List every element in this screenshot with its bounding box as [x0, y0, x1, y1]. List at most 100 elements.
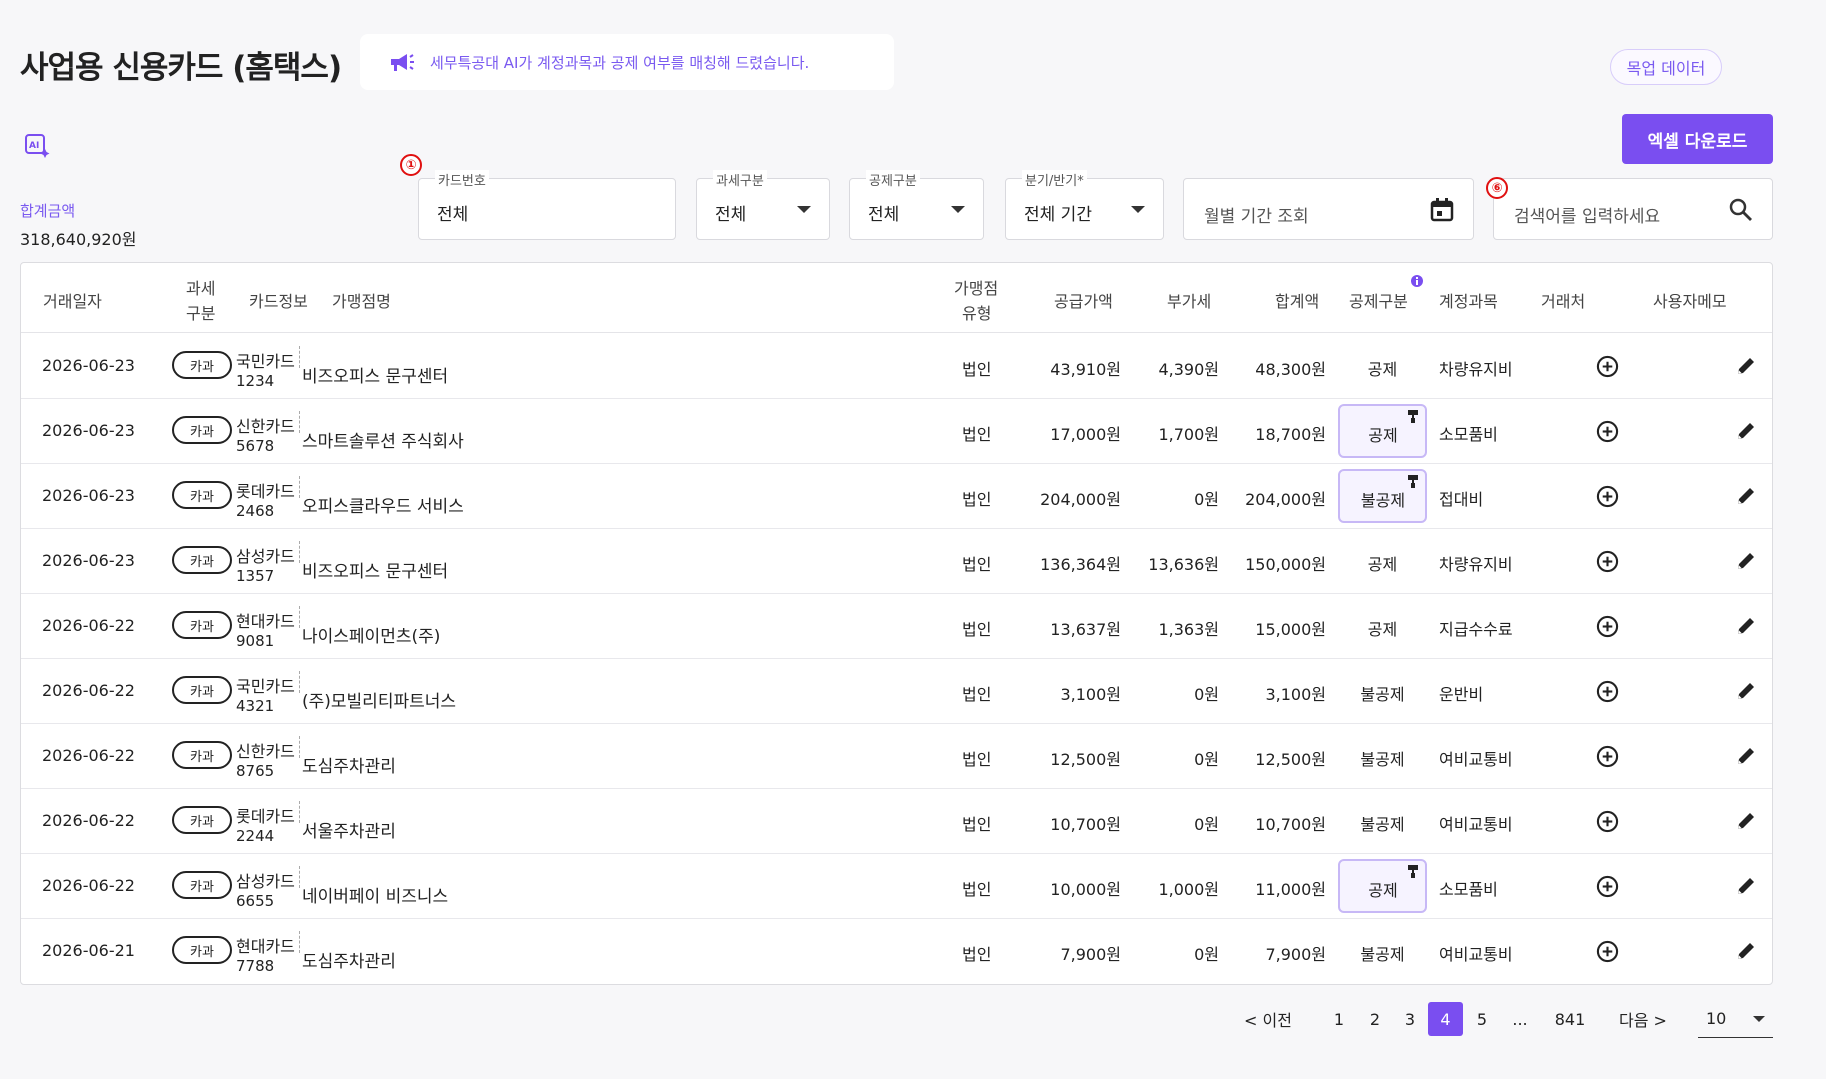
pencil-icon[interactable]	[1736, 421, 1756, 441]
table-row[interactable]: 2026-06-23 카과 국민카드 1234 비즈오피스 문구센터 법인 43,910원 4…	[21, 334, 1772, 399]
header-card-info: 카드정보	[249, 292, 308, 311]
card-name: 삼성카드	[236, 547, 295, 566]
deduction-value[interactable]: 불공제	[1338, 811, 1427, 835]
deduction-type-select[interactable]: 공제구분 전체	[849, 170, 984, 240]
plus-circle-icon[interactable]	[1596, 680, 1619, 703]
account-cell[interactable]: 운반비	[1439, 681, 1483, 705]
deduction-value[interactable]: 공제	[1338, 356, 1427, 380]
search-field[interactable]: 검색어를 입력하세요	[1493, 178, 1773, 240]
tax-type-select[interactable]: 과세구분 전체	[696, 170, 830, 240]
card-number-filter[interactable]: 카드번호 전체	[418, 170, 676, 240]
table-row[interactable]: 2026-06-21 카과 현대카드 7788 도심주차관리 법인 7,900원 0원 7,90…	[21, 919, 1772, 984]
account-cell[interactable]: 여비교통비	[1439, 941, 1513, 965]
table-row[interactable]: 2026-06-22 카과 국민카드 4321 (주)모빌리티파트너스 법인 3,100원 0…	[21, 659, 1772, 724]
account-cell[interactable]: 지급수수료	[1439, 616, 1513, 640]
table-row[interactable]: 2026-06-22 카과 롯데카드 2244 서울주차관리 법인 10,700원 0원 10,…	[21, 789, 1772, 854]
account-cell[interactable]: 차량유지비	[1439, 356, 1513, 380]
pencil-icon[interactable]	[1736, 356, 1756, 376]
page-2-button[interactable]: 2	[1368, 1002, 1382, 1036]
vat-amount-cell: 1,363원	[1158, 620, 1219, 639]
marker-6: ⑥	[1486, 177, 1508, 199]
info-icon[interactable]	[1411, 275, 1423, 287]
pencil-icon[interactable]	[1736, 876, 1756, 896]
deduction-value[interactable]: 공제	[1338, 616, 1427, 640]
card-number: 1357	[236, 567, 275, 585]
account-cell[interactable]: 여비교통비	[1439, 746, 1513, 770]
page-3-button[interactable]: 3	[1403, 1002, 1417, 1036]
pagination-ellipsis: ...	[1512, 1009, 1528, 1029]
plus-circle-icon[interactable]	[1596, 745, 1619, 768]
pencil-icon[interactable]	[1736, 746, 1756, 766]
deduction-select[interactable]: 공제	[1338, 404, 1427, 458]
card-name: 신한카드	[236, 417, 295, 436]
calendar-icon[interactable]	[1429, 197, 1455, 223]
card-name: 신한카드	[236, 742, 295, 761]
table-row[interactable]: 2026-06-22 카과 신한카드 8765 도심주차관리 법인 12,500원 0원 12,…	[21, 724, 1772, 789]
merchant-type-cell: 법인	[962, 685, 992, 704]
deduction-value[interactable]: 공제	[1338, 551, 1427, 575]
pencil-icon[interactable]	[1736, 681, 1756, 701]
plus-circle-icon[interactable]	[1596, 940, 1619, 963]
table-row[interactable]: 2026-06-23 카과 삼성카드 1357 비즈오피스 문구센터 법인 136,364원…	[21, 529, 1772, 594]
page-5-button[interactable]: 5	[1475, 1002, 1489, 1036]
merchant-name: 나이스페이먼츠(주)	[302, 627, 441, 647]
card-name: 국민카드	[236, 352, 295, 371]
vat-amount-cell: 0원	[1194, 750, 1219, 769]
period-select[interactable]: 분기/반기* 전체 기간	[1005, 170, 1164, 240]
table-row[interactable]: 2026-06-23 카과 신한카드 5678 스마트솔루션 주식회사 법인 17,000원…	[21, 399, 1772, 464]
plus-circle-icon[interactable]	[1596, 810, 1619, 833]
pencil-icon[interactable]	[1736, 941, 1756, 961]
monthly-period-field[interactable]: 월별 기간 조회	[1183, 178, 1474, 240]
pencil-icon[interactable]	[1736, 486, 1756, 506]
period-label: 분기/반기*	[1022, 170, 1087, 189]
page-4-button[interactable]: 4	[1428, 1002, 1463, 1036]
account-cell[interactable]: 차량유지비	[1439, 551, 1513, 575]
header-memo: 사용자메모	[1653, 292, 1727, 311]
ai-sparkle-icon[interactable]: AI	[24, 132, 50, 158]
deduction-value[interactable]: 불공제	[1338, 746, 1427, 770]
pagination: < 이전 1 2 3 4 5 ... 841 다음 >	[0, 1002, 1826, 1038]
table-row[interactable]: 2026-06-23 카과 롯데카드 2468 오피스클라우드 서비스 법인 204,000…	[21, 464, 1772, 529]
card-number: 8765	[236, 762, 275, 780]
plus-circle-icon[interactable]	[1596, 485, 1619, 508]
deduction-value[interactable]: 불공제	[1338, 681, 1427, 705]
card-number: 7788	[236, 957, 275, 975]
tax-type-label: 과세구분	[713, 170, 767, 189]
table-row[interactable]: 2026-06-22 카과 현대카드 9081 나이스페이먼츠(주) 법인 13,637원 1…	[21, 594, 1772, 659]
pencil-icon[interactable]	[1736, 811, 1756, 831]
plus-circle-icon[interactable]	[1596, 550, 1619, 573]
deduction-select[interactable]: 불공제	[1338, 469, 1427, 523]
prev-page-button[interactable]: < 이전	[1244, 1002, 1292, 1036]
account-cell[interactable]: 소모품비	[1439, 876, 1498, 900]
account-cell[interactable]: 접대비	[1439, 486, 1483, 510]
excel-download-button[interactable]: 엑셀 다운로드	[1622, 114, 1773, 164]
vat-amount-cell: 0원	[1194, 490, 1219, 509]
plus-circle-icon[interactable]	[1596, 355, 1619, 378]
pencil-icon[interactable]	[1736, 551, 1756, 571]
card-number-value: 전체	[437, 205, 469, 225]
merchant-name: 서울주차관리	[302, 822, 396, 842]
per-page-select[interactable]: 10	[1698, 1002, 1773, 1038]
table-row[interactable]: 2026-06-22 카과 삼성카드 6655 네이버페이 비즈니스 법인 10,000원 1…	[21, 854, 1772, 919]
search-icon[interactable]	[1728, 197, 1754, 223]
header-total: 합계액	[1275, 292, 1320, 311]
deduction-value[interactable]: 불공제	[1338, 941, 1427, 965]
merchant-name: 스마트솔루션 주식회사	[302, 432, 464, 452]
plus-circle-icon[interactable]	[1596, 420, 1619, 443]
supply-amount-cell: 12,500원	[1050, 750, 1121, 769]
plus-circle-icon[interactable]	[1596, 875, 1619, 898]
table-header: 거래일자 과세 구분 카드정보 가맹점명 가맹점 유형 공급가액 부가세 합계액…	[21, 263, 1772, 333]
pencil-icon[interactable]	[1736, 616, 1756, 636]
merchant-type-cell: 법인	[962, 945, 992, 964]
date-cell: 2026-06-21	[42, 941, 135, 960]
account-cell[interactable]: 소모품비	[1439, 421, 1498, 445]
deduction-select[interactable]: 공제	[1338, 859, 1427, 913]
account-cell[interactable]: 여비교통비	[1439, 811, 1513, 835]
tax-type-badge: 카과	[172, 806, 232, 834]
next-page-button[interactable]: 다음 >	[1619, 1002, 1667, 1036]
page-841-button[interactable]: 841	[1553, 1002, 1587, 1036]
merchant-name: 비즈오피스 문구센터	[302, 562, 449, 582]
plus-circle-icon[interactable]	[1596, 615, 1619, 638]
page-1-button[interactable]: 1	[1332, 1002, 1346, 1036]
search-input[interactable]: 검색어를 입력하세요	[1514, 202, 1660, 227]
